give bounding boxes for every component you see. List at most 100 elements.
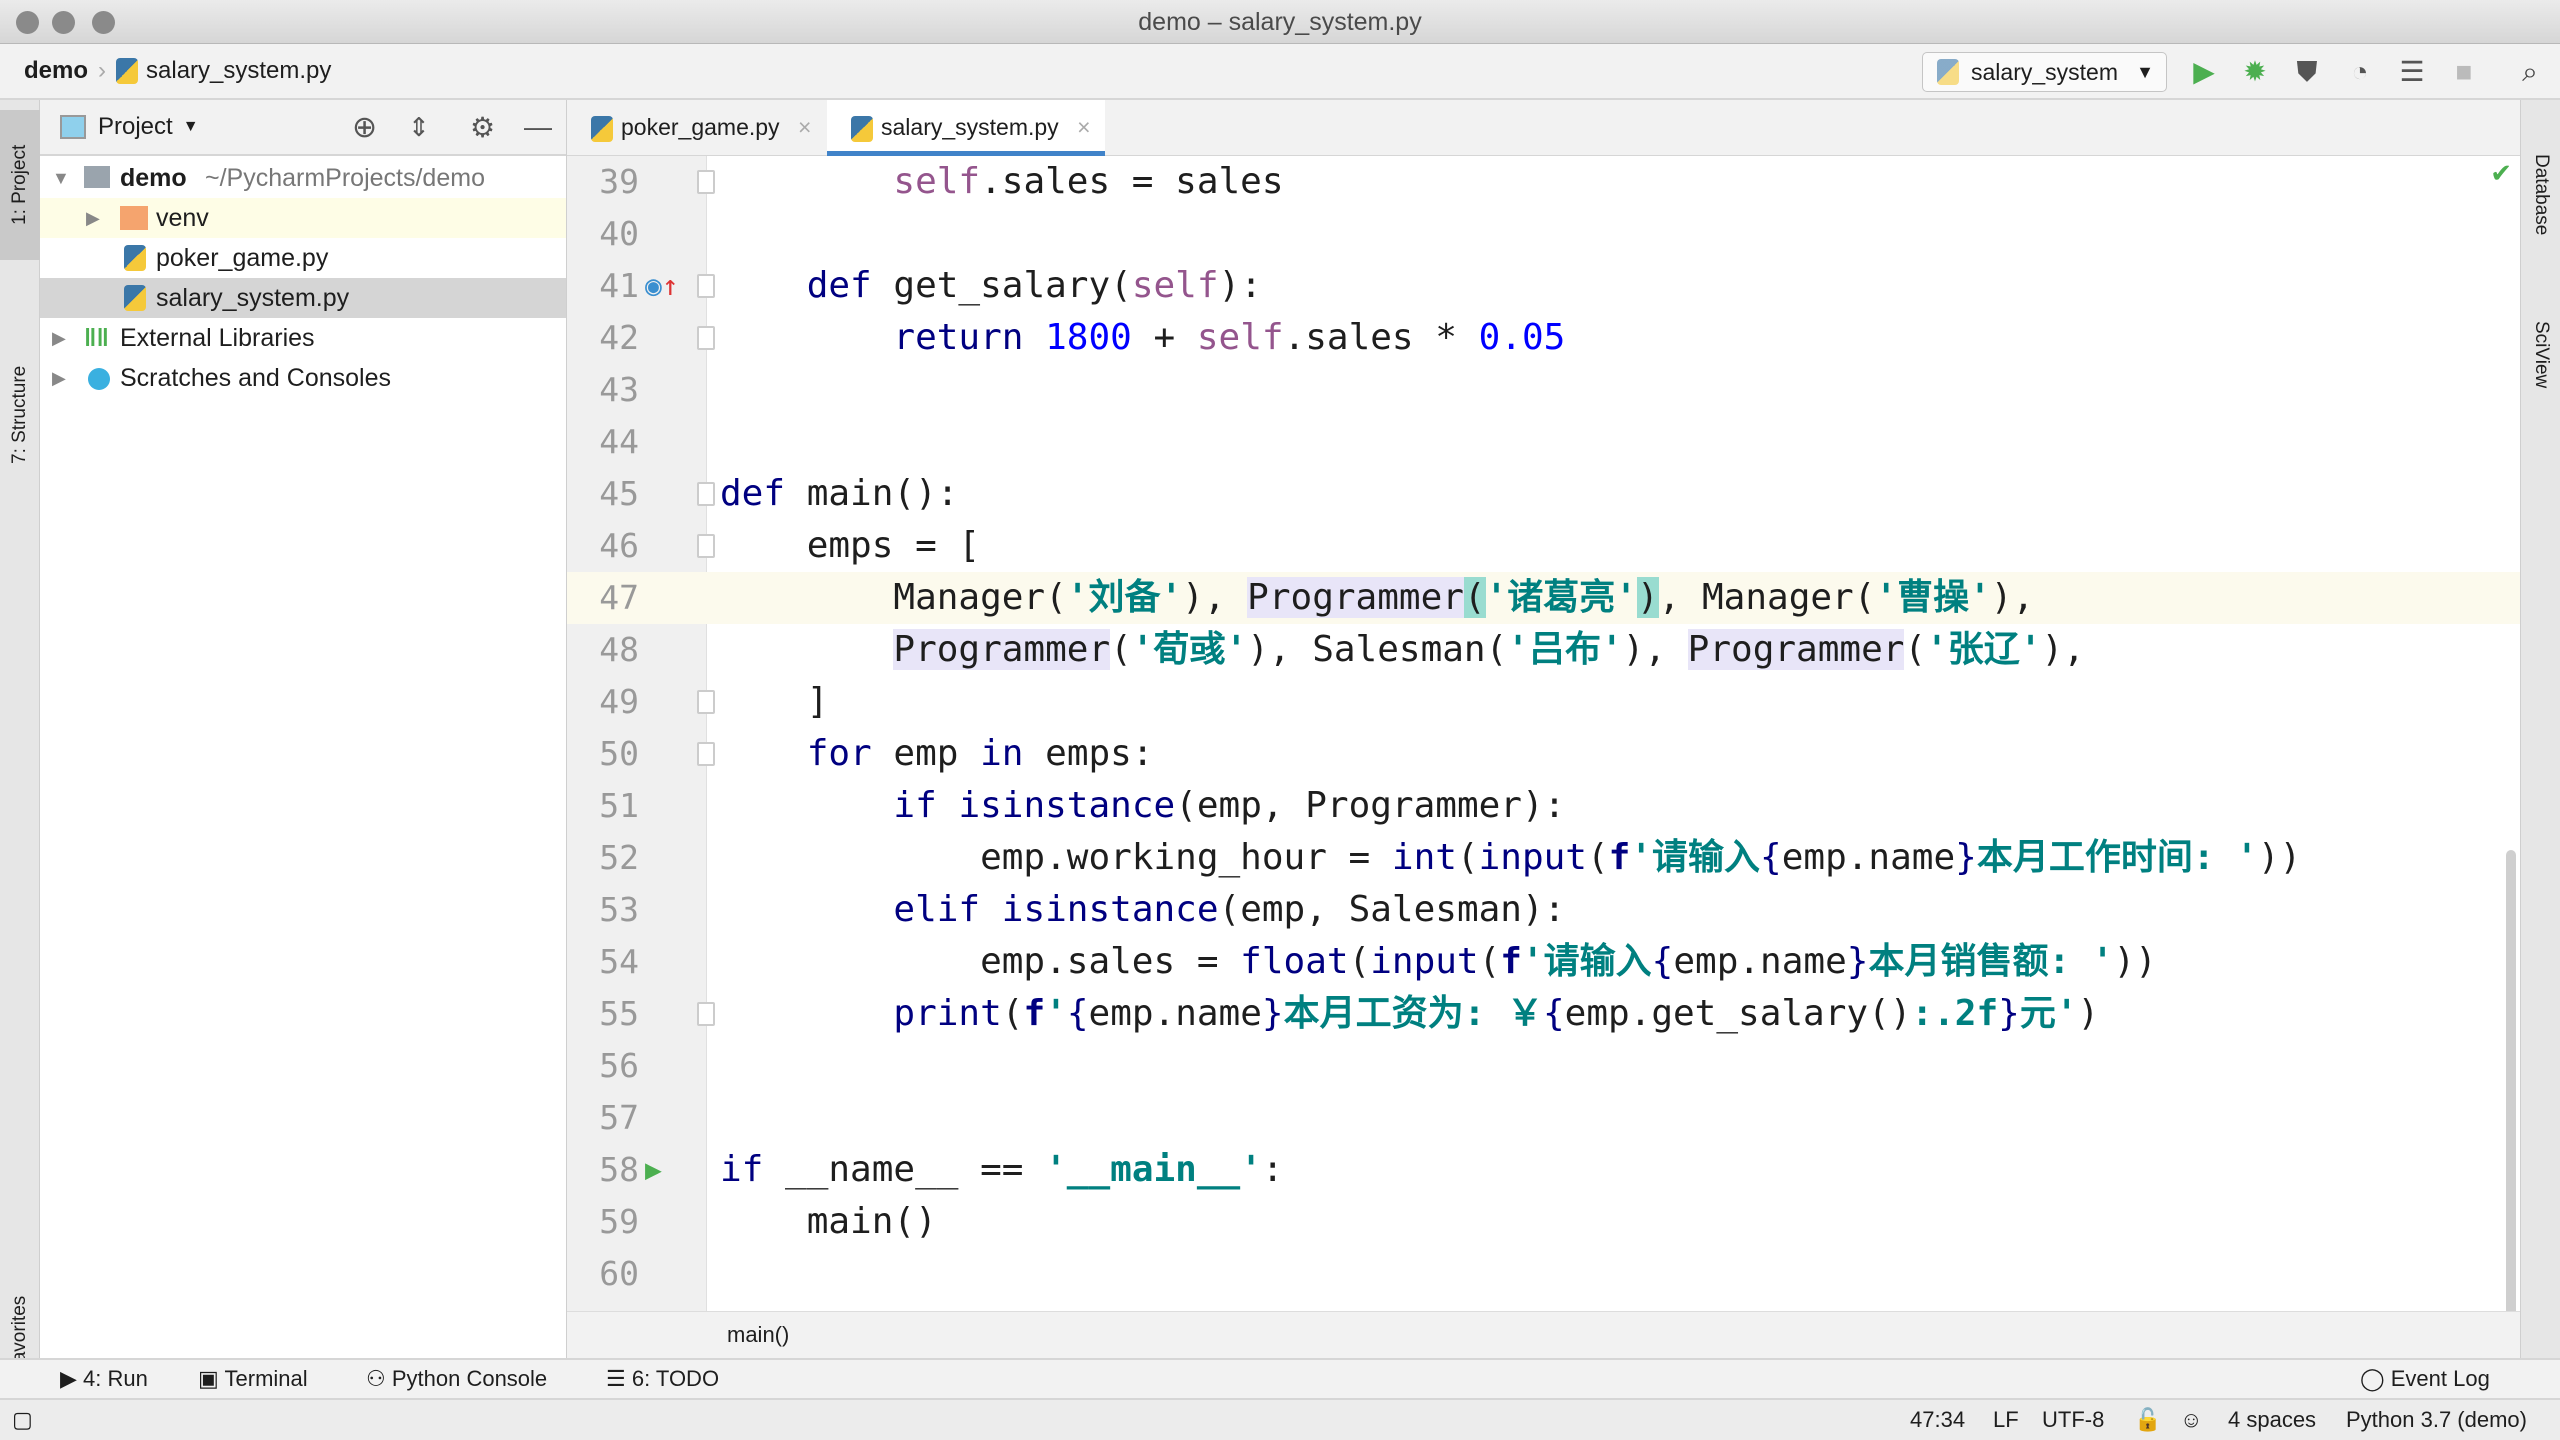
fold-marker-icon[interactable] xyxy=(697,326,715,350)
file-encoding[interactable]: UTF-8 xyxy=(2042,1400,2104,1440)
breadcrumb-project[interactable]: demo xyxy=(24,57,88,85)
code-line[interactable]: 54 emp.sales = float(input(f'请输入{emp.nam… xyxy=(567,936,2520,988)
code-line[interactable]: 39 self.sales = sales xyxy=(567,156,2520,208)
code-line[interactable]: 57 xyxy=(567,1092,2520,1144)
run-tool-button[interactable]: ▶ 4: Run xyxy=(60,1360,148,1398)
todo-tool-button[interactable]: ☰ 6: TODO xyxy=(606,1360,719,1398)
code-line[interactable]: 50 for emp in emps: xyxy=(567,728,2520,780)
code-text: emps = [ xyxy=(720,520,980,572)
code-line[interactable]: 49 ] xyxy=(567,676,2520,728)
collapsed-arrow-icon[interactable]: ▶ xyxy=(52,358,66,398)
tree-item-poker-game[interactable]: poker_game.py xyxy=(40,238,566,278)
close-window-button[interactable] xyxy=(16,11,39,34)
close-tab-icon[interactable]: × xyxy=(798,114,811,140)
tree-item-demo[interactable]: ▼ demo ~/PycharmProjects/demo xyxy=(40,158,566,198)
code-line[interactable]: 51 if isinstance(emp, Programmer): xyxy=(567,780,2520,832)
breadcrumb-file[interactable]: salary_system.py xyxy=(146,57,331,85)
code-line[interactable]: 47 Manager('刘备'), Programmer('诸葛亮'), Man… xyxy=(567,572,2520,624)
zoom-window-button[interactable] xyxy=(92,11,115,34)
line-number: 43 xyxy=(599,370,639,409)
code-breadcrumb: main() xyxy=(567,1311,2520,1358)
structure-tool-tab[interactable]: 7: Structure xyxy=(0,285,40,545)
locate-file-icon[interactable]: ⊕ xyxy=(352,110,377,145)
collapse-all-icon[interactable]: ⇕ xyxy=(408,112,430,143)
code-line[interactable]: 60 xyxy=(567,1248,2520,1300)
breadcrumb-function[interactable]: main() xyxy=(727,1322,789,1347)
caret-position[interactable]: 47:34 xyxy=(1910,1400,1965,1440)
fold-marker-icon[interactable] xyxy=(697,690,715,714)
line-number: 40 xyxy=(599,214,639,253)
database-tool-tab[interactable]: Database xyxy=(2521,120,2560,270)
collapsed-arrow-icon[interactable]: ▶ xyxy=(52,318,66,358)
tab-poker-game[interactable]: poker_game.py × xyxy=(567,100,825,156)
code-line[interactable]: 59 main() xyxy=(567,1196,2520,1248)
code-line[interactable]: 41 ◉↑ def get_salary(self): xyxy=(567,260,2520,312)
code-line[interactable]: 44 xyxy=(567,416,2520,468)
tree-item-venv[interactable]: ▶ venv xyxy=(40,198,566,238)
python-file-icon xyxy=(124,285,146,311)
token-str: 元' xyxy=(2019,993,2078,1034)
code-line[interactable]: 40 xyxy=(567,208,2520,260)
inspector-icon[interactable]: ☺ xyxy=(2180,1400,2202,1440)
profile-icon[interactable]: ◔ xyxy=(2344,56,2376,88)
token-kw: def xyxy=(806,265,872,306)
fold-marker-icon[interactable] xyxy=(697,1002,715,1026)
hide-panel-icon[interactable]: — xyxy=(524,111,552,143)
concurrency-icon[interactable]: ☰ xyxy=(2396,56,2428,88)
code-line[interactable]: 46 emps = [ xyxy=(567,520,2520,572)
code-line[interactable]: 52 emp.working_hour = int(input(f'请输入{em… xyxy=(567,832,2520,884)
fold-marker-icon[interactable] xyxy=(697,534,715,558)
code-line[interactable]: 48 Programmer('荀彧'), Salesman('吕布'), Pro… xyxy=(567,624,2520,676)
fold-marker-icon[interactable] xyxy=(697,482,715,506)
expanded-arrow-icon[interactable]: ▼ xyxy=(52,158,70,198)
project-view-selector[interactable]: Project xyxy=(98,113,173,141)
sciview-tool-tab[interactable]: SciView xyxy=(2521,290,2560,420)
fold-marker-icon[interactable] xyxy=(697,170,715,194)
code-line[interactable]: 55 print(f'{emp.name}本月工资为: ￥{emp.get_sa… xyxy=(567,988,2520,1040)
minimize-window-button[interactable] xyxy=(52,11,75,34)
token: Manager( xyxy=(720,577,1067,618)
tree-item-salary-system[interactable]: salary_system.py xyxy=(40,278,566,318)
search-icon[interactable]: ⌕ xyxy=(2514,56,2546,88)
terminal-tool-button[interactable]: ▣ Terminal xyxy=(198,1360,308,1398)
fold-marker-icon[interactable] xyxy=(697,274,715,298)
line-separator[interactable]: LF xyxy=(1993,1400,2019,1440)
token-br: { xyxy=(1651,941,1674,982)
code-line[interactable]: 42 return 1800 + self.sales * 0.05 xyxy=(567,312,2520,364)
tree-item-scratches[interactable]: ▶ Scratches and Consoles xyxy=(40,358,566,398)
project-tool-tab[interactable]: 1: Project xyxy=(0,110,40,260)
toggle-tool-windows-icon[interactable]: ▢ xyxy=(12,1400,33,1440)
run-configuration-dropdown[interactable]: salary_system ▼ xyxy=(1922,52,2167,92)
collapsed-arrow-icon[interactable]: ▶ xyxy=(86,198,100,238)
vertical-scrollbar[interactable] xyxy=(2506,850,2516,1325)
coverage-icon[interactable]: ⛊ xyxy=(2291,56,2323,88)
run-gutter-icon[interactable]: ▶ xyxy=(645,1144,662,1196)
override-method-icon[interactable]: ◉↑ xyxy=(645,260,679,312)
token: + xyxy=(1131,317,1197,358)
event-log-button[interactable]: ◯ Event Log xyxy=(2360,1360,2490,1398)
debug-icon[interactable]: ✹ xyxy=(2239,56,2271,88)
code-line[interactable]: 43 xyxy=(567,364,2520,416)
lock-icon[interactable]: 🔓 xyxy=(2134,1400,2161,1440)
code-line[interactable]: 45 def main(): xyxy=(567,468,2520,520)
stop-icon[interactable]: ■ xyxy=(2448,56,2480,88)
tree-item-external-libraries[interactable]: ▶ ‖‖ External Libraries xyxy=(40,318,566,358)
python-interpreter[interactable]: Python 3.7 (demo) xyxy=(2346,1400,2527,1440)
fold-marker-icon[interactable] xyxy=(697,742,715,766)
code-area[interactable]: 39 self.sales = sales 40 41 ◉↑ def get_sala… xyxy=(567,156,2520,1311)
chevron-down-icon[interactable]: ▼ xyxy=(183,118,199,136)
run-icon[interactable]: ▶ xyxy=(2188,56,2220,88)
code-line[interactable]: 53 elif isinstance(emp, Salesman): xyxy=(567,884,2520,936)
python-console-button[interactable]: ⚇ Python Console xyxy=(366,1360,547,1398)
code-text: self.sales = sales xyxy=(720,156,1283,208)
code-line[interactable]: 58 ▶ if __name__ == '__main__': xyxy=(567,1144,2520,1196)
indent-setting[interactable]: 4 spaces xyxy=(2228,1400,2316,1440)
gear-icon[interactable]: ⚙ xyxy=(470,111,495,144)
tab-salary-system[interactable]: salary_system.py × xyxy=(827,100,1105,156)
code-line[interactable]: 56 xyxy=(567,1040,2520,1092)
token-kw: elif xyxy=(893,889,981,930)
line-number: 54 xyxy=(599,942,639,981)
close-tab-icon[interactable]: × xyxy=(1077,114,1090,140)
code-text: def get_salary(self): xyxy=(720,260,1262,312)
